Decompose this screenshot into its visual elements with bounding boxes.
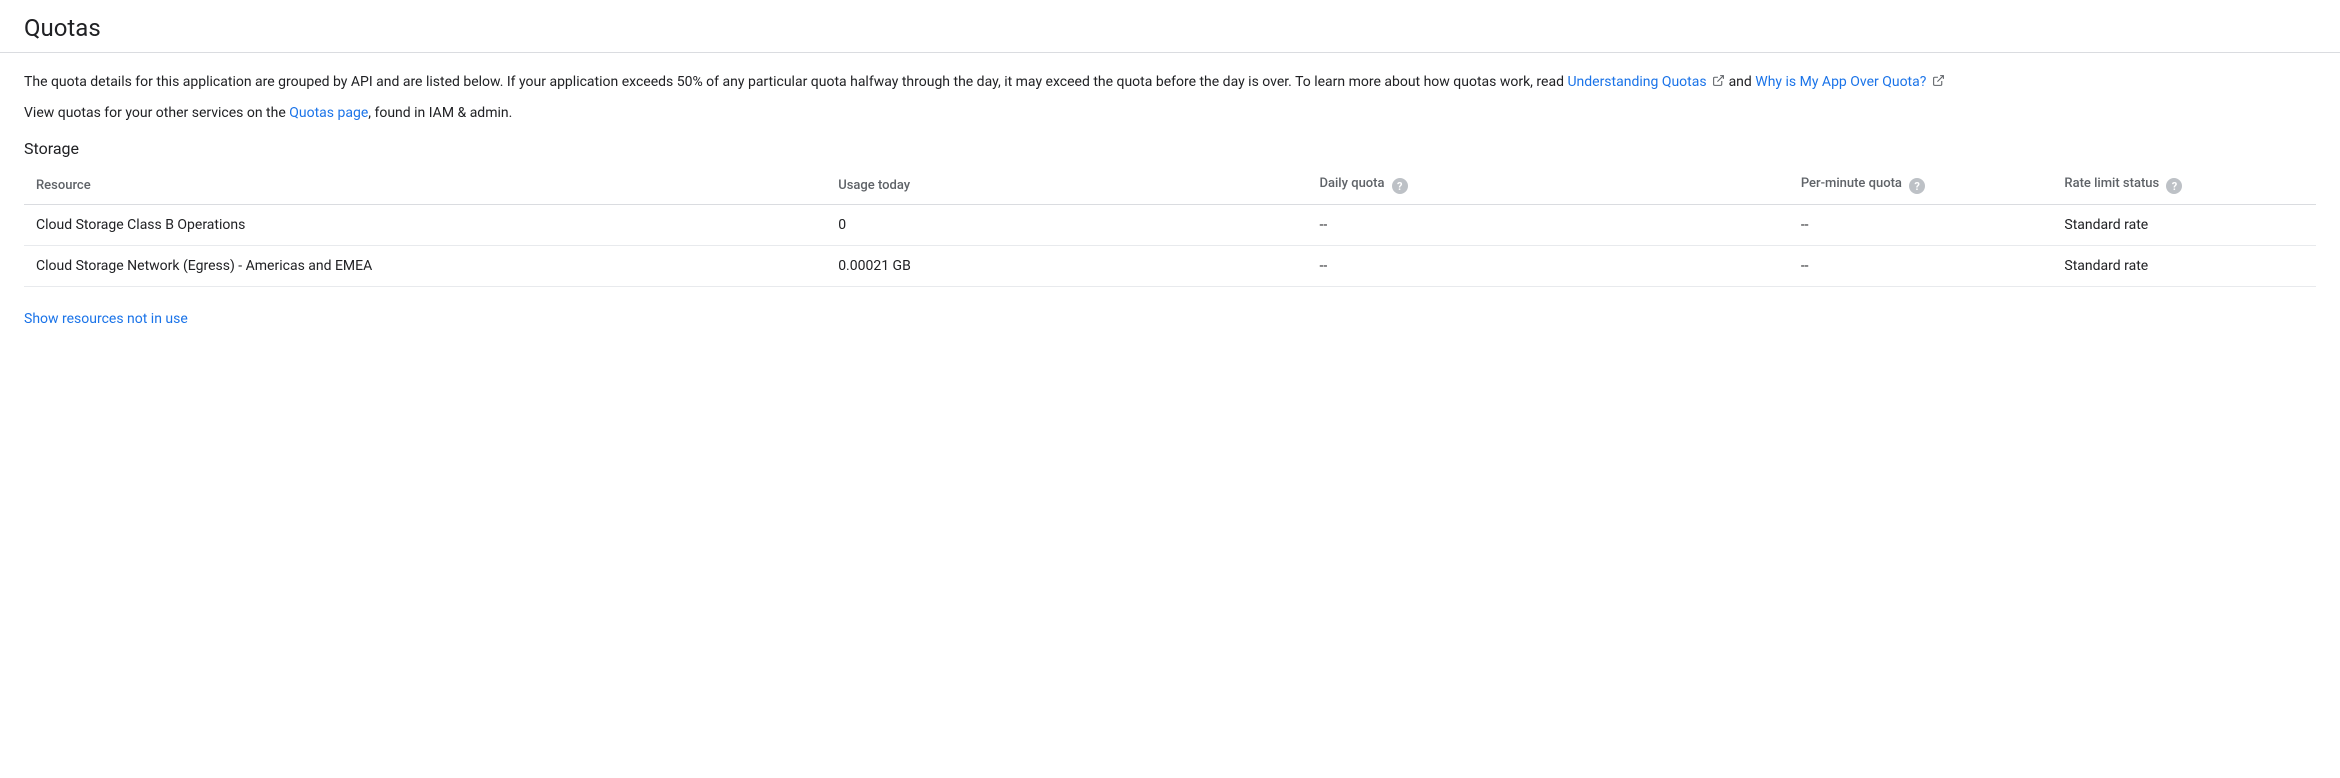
- cell-resource: Cloud Storage Class B Operations: [24, 205, 826, 246]
- page-title: Quotas: [24, 14, 2316, 42]
- quotas-page-link[interactable]: Quotas page: [289, 105, 368, 121]
- help-icon[interactable]: ?: [2166, 178, 2182, 194]
- table-row: Cloud Storage Network (Egress) - America…: [24, 246, 2316, 287]
- cell-usage-today: 0: [826, 205, 1307, 246]
- intro-paragraph-2: View quotas for your other services on t…: [24, 102, 2316, 124]
- col-header-per-minute-quota: Per-minute quota ?: [1789, 166, 2053, 205]
- col-header-daily-quota: Daily quota ?: [1308, 166, 1789, 205]
- content-area: The quota details for this application a…: [0, 53, 2340, 345]
- cell-usage-today: 0.00021 GB: [826, 246, 1307, 287]
- quota-table: Resource Usage today Daily quota ? Per-m…: [24, 166, 2316, 288]
- table-row: Cloud Storage Class B Operations 0 -- --…: [24, 205, 2316, 246]
- header-label: Per-minute quota: [1801, 176, 1902, 191]
- cell-per-minute-quota: --: [1789, 205, 2053, 246]
- intro-text-segment: The quota details for this application a…: [24, 74, 1567, 90]
- cell-daily-quota: --: [1308, 205, 1789, 246]
- cell-rate-limit-status: Standard rate: [2052, 246, 2316, 287]
- section-title-storage: Storage: [24, 139, 2316, 158]
- cell-daily-quota: --: [1308, 246, 1789, 287]
- intro-paragraph-1: The quota details for this application a…: [24, 71, 2316, 94]
- header-label: Resource: [36, 178, 91, 193]
- help-icon[interactable]: ?: [1392, 178, 1408, 194]
- understanding-quotas-link[interactable]: Understanding Quotas: [1567, 74, 1706, 90]
- intro-text: The quota details for this application a…: [24, 71, 2316, 125]
- cell-per-minute-quota: --: [1789, 246, 2053, 287]
- header-label: Rate limit status: [2064, 176, 2159, 191]
- over-quota-link[interactable]: Why is My App Over Quota?: [1755, 74, 1926, 90]
- external-link-icon: [1712, 72, 1725, 94]
- link-label: Understanding Quotas: [1567, 74, 1706, 90]
- cell-resource: Cloud Storage Network (Egress) - America…: [24, 246, 826, 287]
- intro-text-segment: and: [1729, 74, 1756, 90]
- col-header-resource: Resource: [24, 166, 826, 205]
- external-link-icon: [1932, 72, 1945, 94]
- header-label: Usage today: [838, 178, 910, 193]
- header-label: Daily quota: [1320, 176, 1385, 191]
- help-icon[interactable]: ?: [1909, 178, 1925, 194]
- col-header-rate-limit-status: Rate limit status ?: [2052, 166, 2316, 205]
- table-body: Cloud Storage Class B Operations 0 -- --…: [24, 205, 2316, 287]
- show-resources-not-in-use-link[interactable]: Show resources not in use: [24, 311, 188, 327]
- cell-rate-limit-status: Standard rate: [2052, 205, 2316, 246]
- header-bar: Quotas: [0, 0, 2340, 53]
- link-label: Why is My App Over Quota?: [1755, 74, 1926, 90]
- intro-text-segment: , found in IAM & admin.: [368, 105, 512, 121]
- table-header-row: Resource Usage today Daily quota ? Per-m…: [24, 166, 2316, 205]
- col-header-usage-today: Usage today: [826, 166, 1307, 205]
- intro-text-segment: View quotas for your other services on t…: [24, 105, 289, 121]
